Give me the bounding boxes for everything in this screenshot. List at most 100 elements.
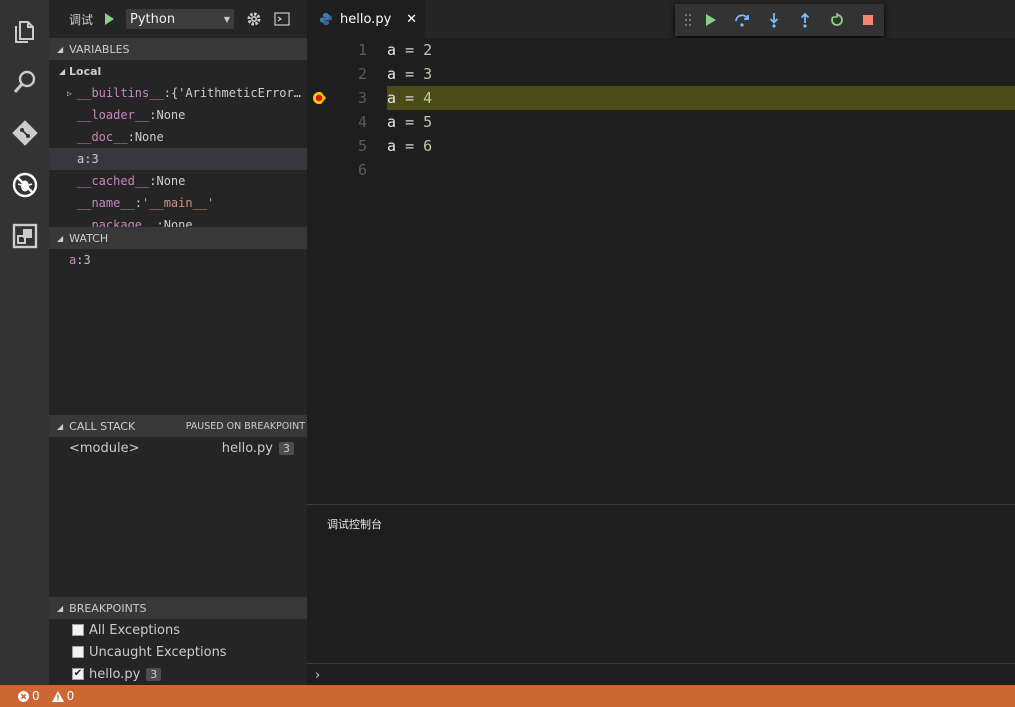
- frame-line-badge: 3: [279, 441, 294, 455]
- step-over-icon[interactable]: [726, 4, 758, 36]
- code-value: 6: [423, 137, 433, 155]
- watch-title: WATCH: [69, 231, 109, 245]
- variables-title: VARIABLES: [69, 42, 130, 56]
- breakpoint-line-badge: 3: [146, 667, 162, 681]
- variable-value: None: [163, 218, 193, 227]
- collapse-icon: ◢: [57, 603, 64, 613]
- code-op: =: [405, 113, 415, 131]
- code-value: 4: [423, 89, 433, 107]
- code-line-current[interactable]: 3 a = 4: [307, 86, 1015, 110]
- variable-value: None: [156, 174, 186, 188]
- activity-bar: [0, 0, 49, 685]
- breakpoints-header[interactable]: ◢ BREAKPOINTS: [49, 597, 307, 619]
- step-into-icon[interactable]: [758, 4, 790, 36]
- variable-row[interactable]: ▷ __builtins__: {'ArithmeticError…: [49, 82, 307, 104]
- status-bar: 0 0: [0, 685, 1015, 707]
- continue-icon[interactable]: [695, 4, 727, 36]
- drag-handle-icon[interactable]: [681, 4, 695, 36]
- call-stack-list: <module> hello.py 3: [49, 437, 307, 597]
- code-line[interactable]: 6: [307, 158, 1015, 182]
- warning-icon: [51, 690, 64, 702]
- expanded-icon: ◢: [59, 66, 66, 76]
- code-line[interactable]: 5 a = 6: [307, 134, 1015, 158]
- code-value: 5: [423, 113, 433, 131]
- line-number: 2: [357, 65, 367, 83]
- frame-file: hello.py: [221, 440, 273, 456]
- search-icon[interactable]: [0, 57, 49, 107]
- line-number: 6: [357, 161, 367, 179]
- variable-row[interactable]: __loader__: None: [49, 104, 307, 126]
- debug-toolbar: 调试 Python ▼: [49, 0, 307, 38]
- files-icon[interactable]: [0, 7, 49, 57]
- python-file-icon: [320, 13, 332, 25]
- variable-row-selected[interactable]: a: 3: [49, 148, 307, 170]
- variable-row[interactable]: __cached__: None: [49, 170, 307, 192]
- tab-label: hello.py: [340, 11, 392, 27]
- call-stack-title: CALL STACK: [69, 419, 136, 433]
- variable-name: __loader__: [77, 108, 150, 122]
- variable-row[interactable]: __package__: None: [49, 214, 307, 227]
- debug-icon[interactable]: [0, 160, 49, 210]
- step-out-icon[interactable]: [789, 4, 821, 36]
- paused-status: PAUSED ON BREAKPOINT: [185, 420, 305, 432]
- debug-controls: [675, 4, 884, 36]
- checkbox[interactable]: [72, 646, 84, 658]
- debug-console-panel: 调试控制台 ›: [307, 504, 1015, 685]
- breakpoint-row[interactable]: Uncaught Exceptions: [49, 641, 307, 663]
- code-line[interactable]: 2 a = 3: [307, 62, 1015, 86]
- close-icon[interactable]: ✕: [406, 12, 417, 27]
- chevron-down-icon: ▼: [223, 14, 231, 24]
- variable-value: '__main__': [142, 196, 215, 210]
- collapse-icon: ◢: [57, 233, 64, 243]
- variable-value: None: [156, 108, 186, 122]
- expand-icon[interactable]: ▷: [67, 89, 77, 98]
- debug-sidebar: 调试 Python ▼ ◢ VARIABLES ◢ Local ▷ __buil…: [49, 0, 307, 685]
- code-editor[interactable]: 1 a = 2 2 a = 3 3 a = 4 4 a = 5 5 a = 6 …: [307, 38, 1015, 504]
- breakpoints-list: All Exceptions Uncaught Exceptions ✔ hel…: [49, 619, 307, 685]
- restart-icon[interactable]: [821, 4, 853, 36]
- variable-value: 3: [91, 152, 99, 166]
- debug-config-select[interactable]: Python ▼: [126, 9, 235, 29]
- extensions-icon[interactable]: [0, 211, 49, 261]
- code-line[interactable]: 4 a = 5: [307, 110, 1015, 134]
- watch-header[interactable]: ◢ WATCH: [49, 227, 307, 249]
- stop-icon[interactable]: [852, 4, 884, 36]
- watch-list: a: 3: [49, 249, 307, 415]
- variable-name: __name__: [77, 196, 135, 210]
- error-icon: [18, 690, 29, 702]
- variable-row[interactable]: __name__: '__main__': [49, 192, 307, 214]
- watch-value: 3: [83, 253, 91, 267]
- code-line[interactable]: 1 a = 2: [307, 38, 1015, 62]
- errors-indicator[interactable]: 0: [18, 689, 46, 703]
- warnings-indicator[interactable]: 0: [51, 689, 81, 703]
- start-debugging-icon[interactable]: [105, 13, 115, 25]
- breakpoint-row[interactable]: All Exceptions: [49, 619, 307, 641]
- line-number: 3: [357, 89, 367, 107]
- tab-hello-py[interactable]: hello.py ✕: [307, 0, 425, 38]
- code-op: =: [405, 89, 415, 107]
- line-number: 4: [357, 113, 367, 131]
- code-value: 3: [423, 65, 433, 83]
- scope-local[interactable]: ◢ Local: [49, 60, 307, 82]
- call-stack-header[interactable]: ◢ CALL STACK PAUSED ON BREAKPOINT: [49, 415, 307, 437]
- scope-label: Local: [69, 64, 102, 78]
- checkbox[interactable]: [72, 624, 84, 636]
- gear-icon[interactable]: [242, 9, 266, 29]
- variables-header[interactable]: ◢ VARIABLES: [49, 38, 307, 60]
- repl-input[interactable]: ›: [307, 663, 1015, 686]
- panel-title: 调试控制台: [327, 518, 382, 531]
- variable-row[interactable]: __doc__: None: [49, 126, 307, 148]
- breakpoint-row[interactable]: ✔ hello.py 3: [49, 663, 307, 685]
- checkbox-checked[interactable]: ✔: [72, 668, 84, 680]
- current-line-highlight: [387, 86, 1015, 110]
- watch-row[interactable]: a: 3: [49, 249, 307, 271]
- error-count: 0: [32, 689, 40, 703]
- terminal-icon[interactable]: [270, 9, 294, 29]
- git-icon[interactable]: [0, 108, 49, 158]
- editor-tab-bar: hello.py ✕: [307, 0, 1015, 38]
- variable-value: None: [134, 130, 164, 144]
- watch-name: a: [69, 253, 77, 267]
- debug-label: 调试: [69, 12, 94, 27]
- variable-name: __doc__: [77, 130, 128, 144]
- stack-frame-row[interactable]: <module> hello.py 3: [49, 437, 307, 459]
